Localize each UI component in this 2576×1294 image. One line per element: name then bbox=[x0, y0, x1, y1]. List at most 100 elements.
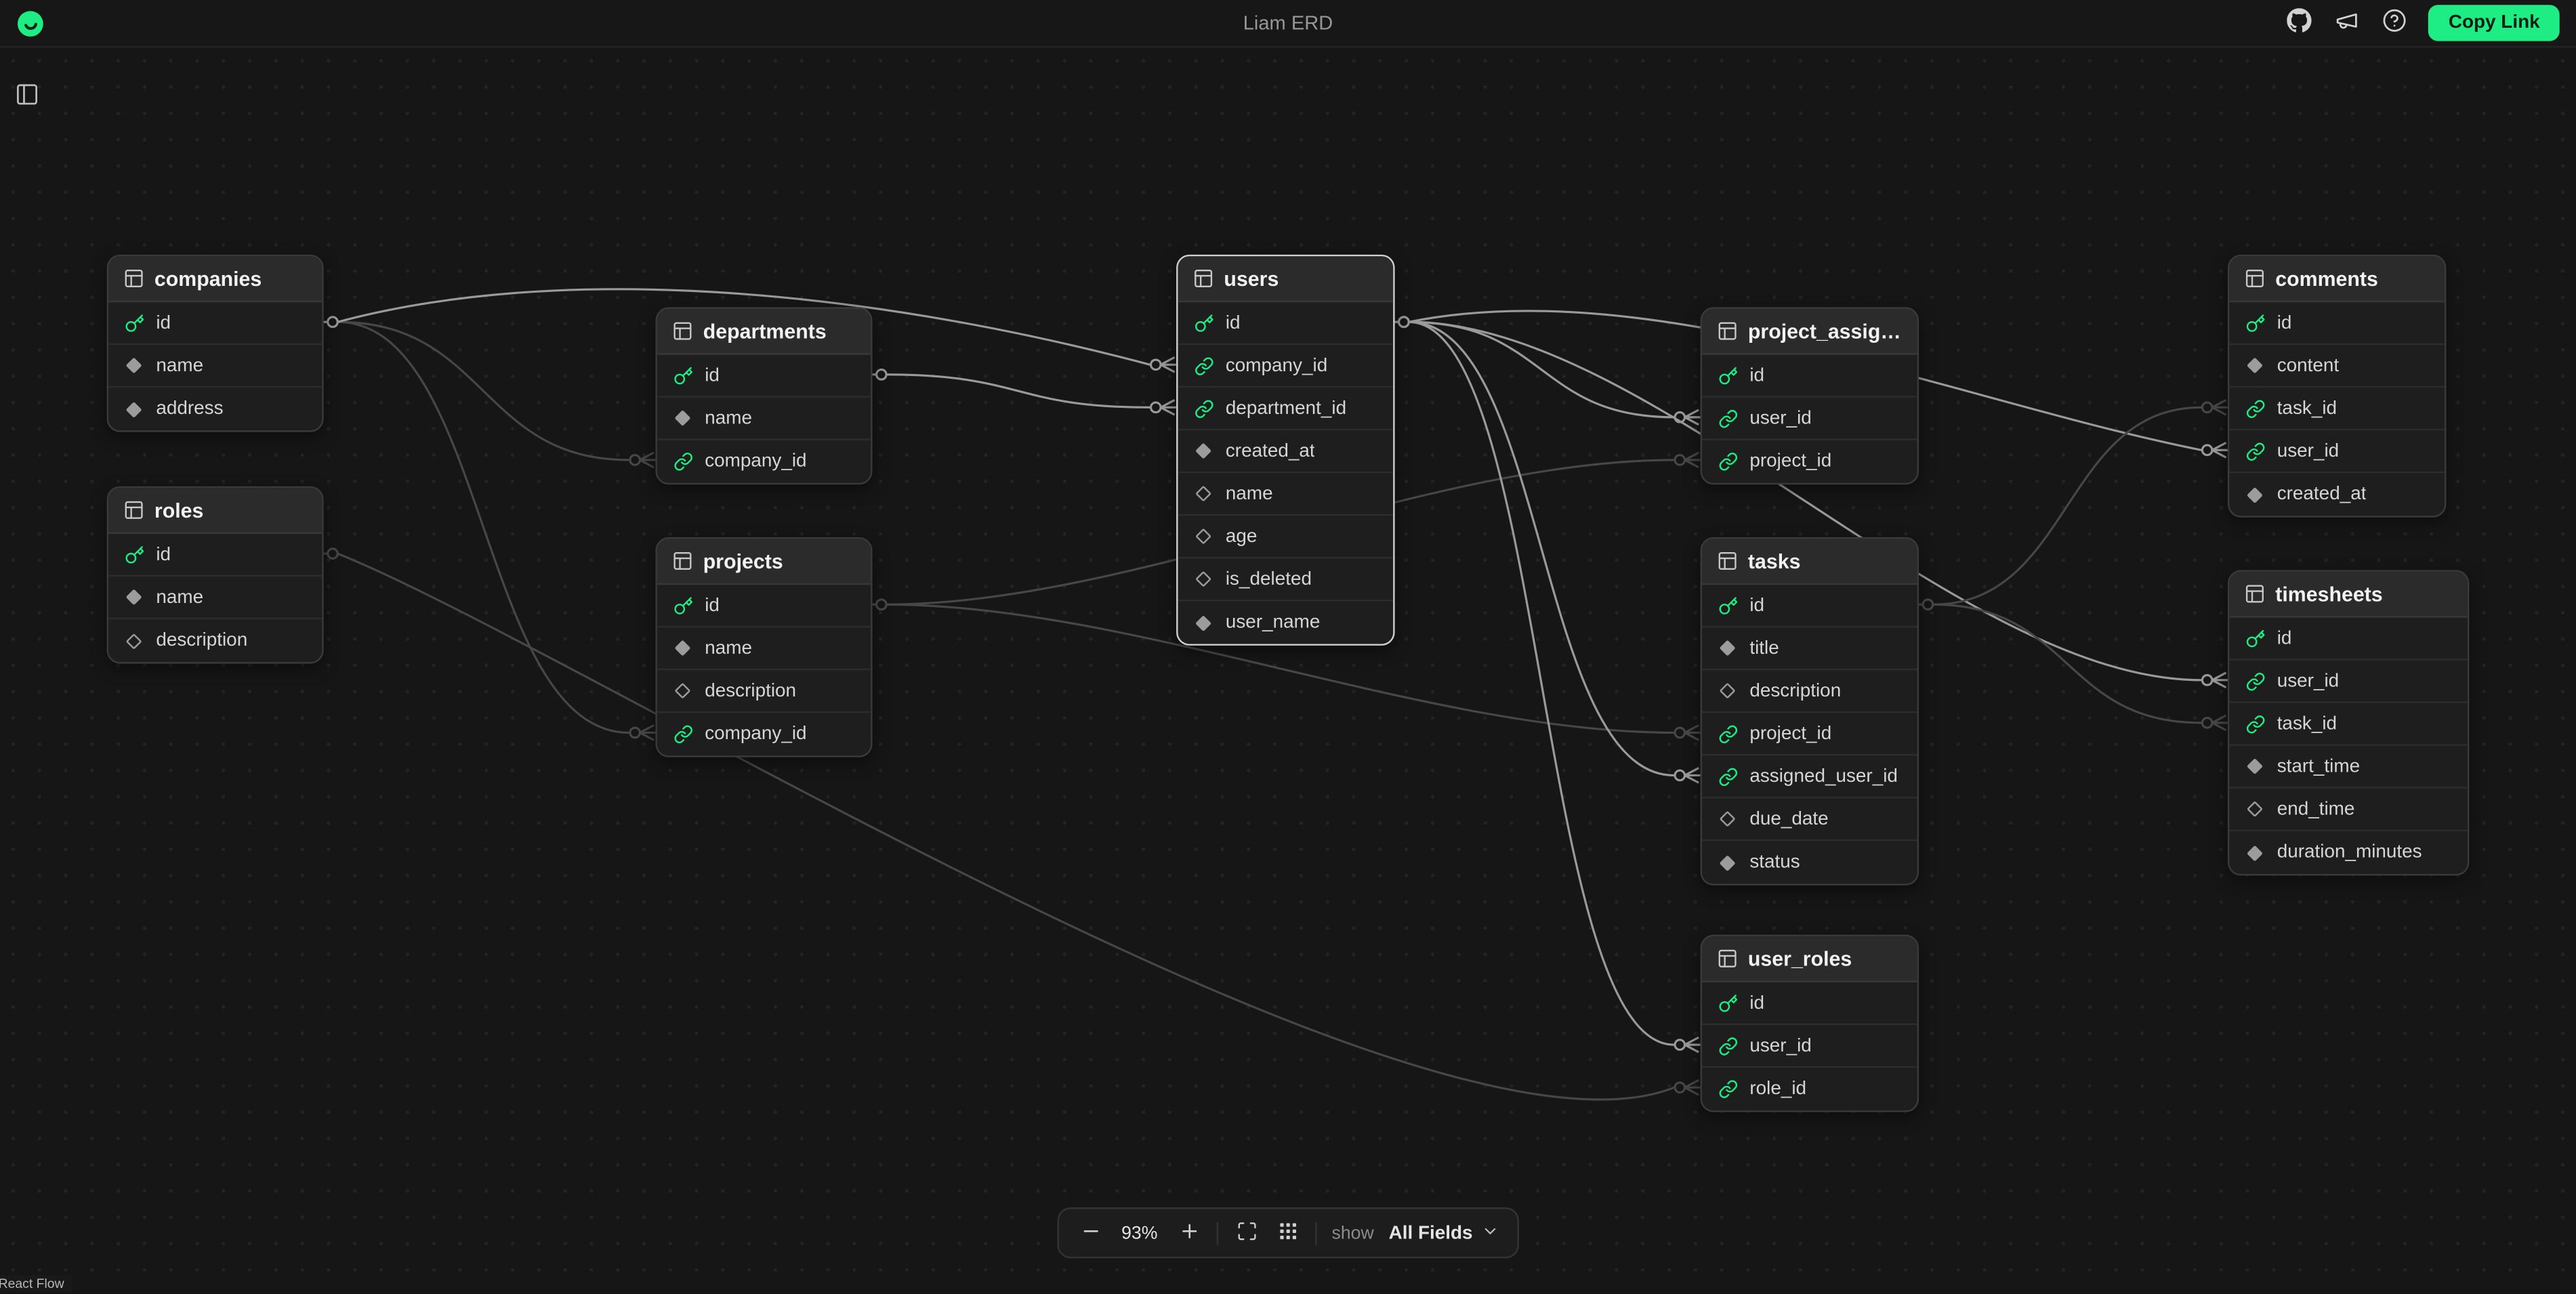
table-row[interactable]: company_id bbox=[657, 440, 871, 483]
table-row[interactable]: created_at bbox=[1178, 430, 1394, 473]
table-row[interactable]: name bbox=[108, 577, 322, 619]
table-header[interactable]: companies bbox=[108, 256, 322, 302]
table-header[interactable]: project_assignments bbox=[1702, 309, 1917, 355]
table-comments[interactable]: comments id contenttask_iduser_id created_a… bbox=[2228, 255, 2446, 518]
table-header[interactable]: users bbox=[1178, 256, 1394, 302]
table-row[interactable]: description bbox=[1702, 670, 1917, 713]
table-timesheets[interactable]: timesheetsiduser_idtask_id start_time end_… bbox=[2228, 570, 2469, 875]
table-row[interactable]: user_id bbox=[1702, 398, 1917, 440]
field-name: name bbox=[156, 587, 203, 607]
table-icon bbox=[123, 268, 145, 289]
table-row[interactable]: company_id bbox=[657, 713, 871, 755]
table-header[interactable]: projects bbox=[657, 539, 871, 585]
table-header[interactable]: tasks bbox=[1702, 539, 1917, 585]
table-row[interactable]: role_id bbox=[1702, 1068, 1917, 1110]
table-row[interactable]: status bbox=[1702, 841, 1917, 883]
diamond-filled-icon bbox=[2244, 755, 2266, 777]
github-button[interactable] bbox=[2286, 10, 2312, 37]
key-icon bbox=[123, 312, 145, 334]
table-row[interactable]: duration_minutes bbox=[2229, 831, 2468, 874]
table-icon bbox=[672, 320, 694, 342]
table-row[interactable]: id bbox=[108, 534, 322, 577]
table-roles[interactable]: roles id name description bbox=[107, 486, 324, 664]
table-header[interactable]: departments bbox=[657, 309, 871, 355]
table-row[interactable]: department_id bbox=[1178, 388, 1394, 430]
table-user_roles[interactable]: user_rolesid user_id role_id bbox=[1701, 935, 1919, 1112]
field-name: start_time bbox=[2277, 757, 2360, 776]
link-icon bbox=[1192, 398, 1214, 419]
table-row[interactable]: description bbox=[108, 619, 322, 662]
table-row[interactable]: name bbox=[657, 398, 871, 440]
field-name: company_id bbox=[705, 452, 806, 472]
field-name: id bbox=[2277, 313, 2292, 333]
table-row[interactable]: assigned_user_id bbox=[1702, 755, 1917, 798]
zoom-out-button[interactable] bbox=[1077, 1219, 1104, 1246]
fit-view-button[interactable] bbox=[1233, 1219, 1260, 1246]
table-header[interactable]: timesheets bbox=[2229, 572, 2468, 618]
announcements-button[interactable] bbox=[2333, 10, 2360, 37]
table-row[interactable]: end_time bbox=[2229, 789, 2468, 831]
help-button[interactable] bbox=[2381, 10, 2407, 37]
table-users[interactable]: usersidcompany_iddepartment_idcreated_at… bbox=[1176, 255, 1394, 646]
table-row[interactable]: description bbox=[657, 670, 871, 713]
table-row[interactable]: id bbox=[1702, 355, 1917, 398]
table-row[interactable]: id bbox=[108, 302, 322, 345]
tidy-up-button[interactable] bbox=[1274, 1219, 1301, 1246]
table-row[interactable]: user_name bbox=[1178, 601, 1394, 644]
table-row[interactable]: id bbox=[1702, 585, 1917, 627]
table-row[interactable]: id bbox=[2229, 618, 2468, 661]
react-flow-attribution[interactable]: React Flow bbox=[0, 1275, 72, 1293]
table-row[interactable]: task_id bbox=[2229, 388, 2445, 430]
table-row[interactable]: id bbox=[1702, 982, 1917, 1025]
table-row[interactable]: created_at bbox=[2229, 473, 2445, 516]
table-row[interactable]: user_id bbox=[2229, 661, 2468, 703]
table-row[interactable]: user_id bbox=[1702, 1025, 1917, 1068]
table-row[interactable]: name bbox=[657, 627, 871, 670]
header-actions: Copy Link bbox=[2286, 5, 2560, 41]
field-name: created_at bbox=[2277, 484, 2367, 504]
table-companies[interactable]: companiesidnameaddress bbox=[107, 255, 324, 432]
erd-canvas[interactable] bbox=[0, 47, 2576, 1294]
sidebar-toggle-button[interactable] bbox=[13, 82, 39, 108]
table-row[interactable]: start_time bbox=[2229, 746, 2468, 789]
table-row[interactable]: content bbox=[2229, 345, 2445, 388]
key-icon bbox=[1192, 312, 1214, 334]
link-icon bbox=[1717, 1035, 1739, 1057]
table-header[interactable]: roles bbox=[108, 488, 322, 534]
table-row[interactable]: id bbox=[2229, 302, 2445, 345]
liam-logo[interactable] bbox=[16, 9, 44, 37]
table-row[interactable]: due_date bbox=[1702, 798, 1917, 841]
key-icon bbox=[2244, 312, 2266, 334]
table-projects[interactable]: projectsidnamedescriptioncompany_id bbox=[655, 537, 872, 757]
table-row[interactable]: user_id bbox=[2229, 430, 2445, 473]
diamond-filled-icon bbox=[672, 407, 694, 429]
table-row[interactable]: name bbox=[1178, 473, 1394, 516]
table-tasks[interactable]: tasksidtitledescriptionproject_idassigne… bbox=[1701, 537, 1919, 885]
table-header[interactable]: comments bbox=[2229, 256, 2445, 302]
table-row[interactable]: task_id bbox=[2229, 703, 2468, 746]
table-row[interactable]: address bbox=[108, 388, 322, 430]
table-departments[interactable]: departments idname company_id bbox=[655, 307, 872, 484]
zoom-in-button[interactable] bbox=[1176, 1219, 1202, 1246]
link-icon bbox=[672, 451, 694, 473]
table-row[interactable]: id bbox=[1178, 302, 1394, 345]
diamond-outline-icon bbox=[1192, 526, 1214, 547]
table-row[interactable]: name bbox=[108, 345, 322, 388]
table-row[interactable]: id bbox=[657, 355, 871, 398]
table-row[interactable]: company_id bbox=[1178, 345, 1394, 388]
table-row[interactable]: project_id bbox=[1702, 440, 1917, 483]
fields-filter-dropdown[interactable]: All Fields bbox=[1389, 1222, 1499, 1245]
field-name: id bbox=[156, 545, 171, 564]
table-row[interactable]: id bbox=[657, 585, 871, 627]
field-name: user_id bbox=[1749, 1036, 1811, 1056]
table-row[interactable]: project_id bbox=[1702, 713, 1917, 755]
table-row[interactable]: is_deleted bbox=[1178, 558, 1394, 601]
table-name: departments bbox=[703, 320, 827, 343]
table-project_assignments[interactable]: project_assignmentsiduser_idproject_id bbox=[1701, 307, 1919, 484]
copy-link-button[interactable]: Copy Link bbox=[2429, 5, 2560, 41]
table-header[interactable]: user_roles bbox=[1702, 936, 1917, 982]
key-icon bbox=[1717, 993, 1739, 1014]
field-name: is_deleted bbox=[1226, 569, 1312, 589]
table-row[interactable]: age bbox=[1178, 516, 1394, 558]
table-row[interactable]: title bbox=[1702, 627, 1917, 670]
